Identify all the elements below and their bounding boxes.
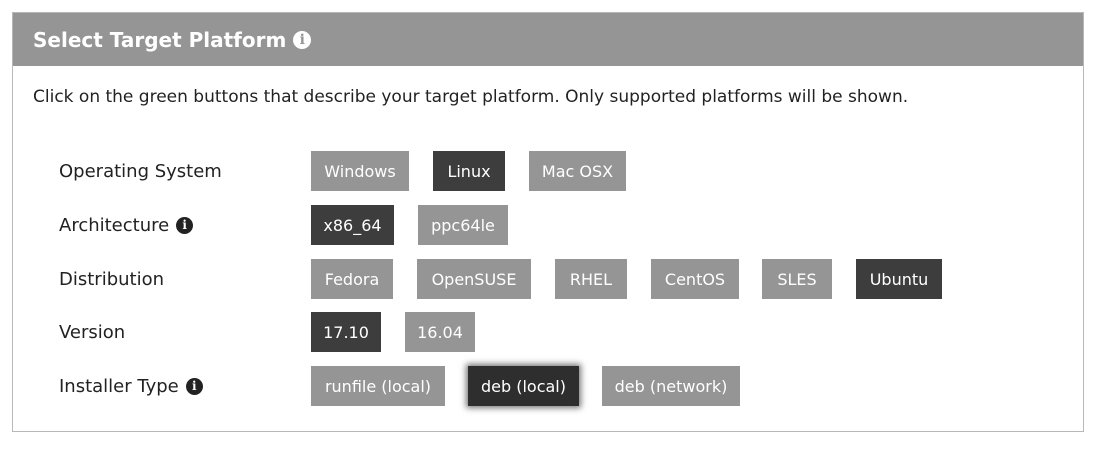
option-centos[interactable]: CentOS	[651, 259, 739, 299]
row-label: Architecture i	[59, 205, 194, 245]
row-label: Version	[59, 312, 125, 352]
option-fedora[interactable]: Fedora	[311, 259, 393, 299]
option-deb-local[interactable]: deb (local)	[468, 366, 579, 406]
row-architecture: Architecture i x86_64 ppc64le	[13, 205, 1083, 245]
target-platform-panel: Select Target Platform i Click on the gr…	[12, 12, 1084, 432]
option-windows[interactable]: Windows	[311, 151, 409, 191]
info-icon[interactable]: i	[185, 377, 203, 395]
panel-header: Select Target Platform i	[13, 13, 1083, 66]
row-label-text: Installer Type	[59, 375, 179, 397]
row-version: Version 17.10 16.04	[13, 312, 1083, 352]
row-label: Operating System	[59, 151, 222, 191]
panel-title: Select Target Platform	[33, 27, 287, 52]
option-runfile-local[interactable]: runfile (local)	[311, 366, 445, 406]
option-deb-network[interactable]: deb (network)	[602, 366, 740, 406]
row-label-text: Architecture	[59, 214, 170, 236]
option-17-10[interactable]: 17.10	[311, 312, 381, 352]
row-distribution: Distribution Fedora OpenSUSE RHEL CentOS…	[13, 259, 1083, 299]
option-ppc64le[interactable]: ppc64le	[418, 205, 508, 245]
option-x86-64[interactable]: x86_64	[311, 205, 394, 245]
option-linux[interactable]: Linux	[433, 151, 505, 191]
instructions-text: Click on the green buttons that describe…	[33, 87, 909, 107]
option-rhel[interactable]: RHEL	[555, 259, 627, 299]
info-icon[interactable]: i	[293, 30, 312, 49]
info-icon[interactable]: i	[176, 216, 194, 234]
option-opensuse[interactable]: OpenSUSE	[417, 259, 531, 299]
row-label: Installer Type i	[59, 366, 203, 406]
row-label-text: Distribution	[59, 268, 165, 290]
row-label: Distribution	[59, 259, 164, 299]
option-sles[interactable]: SLES	[762, 259, 832, 299]
option-16-04[interactable]: 16.04	[405, 312, 475, 352]
row-label-text: Operating System	[59, 160, 222, 182]
row-operating-system: Operating System Windows Linux Mac OSX	[13, 151, 1083, 191]
row-installer-type: Installer Type i runfile (local) deb (lo…	[13, 366, 1083, 406]
option-ubuntu[interactable]: Ubuntu	[856, 259, 942, 299]
option-mac-osx[interactable]: Mac OSX	[529, 151, 626, 191]
row-label-text: Version	[59, 321, 126, 343]
